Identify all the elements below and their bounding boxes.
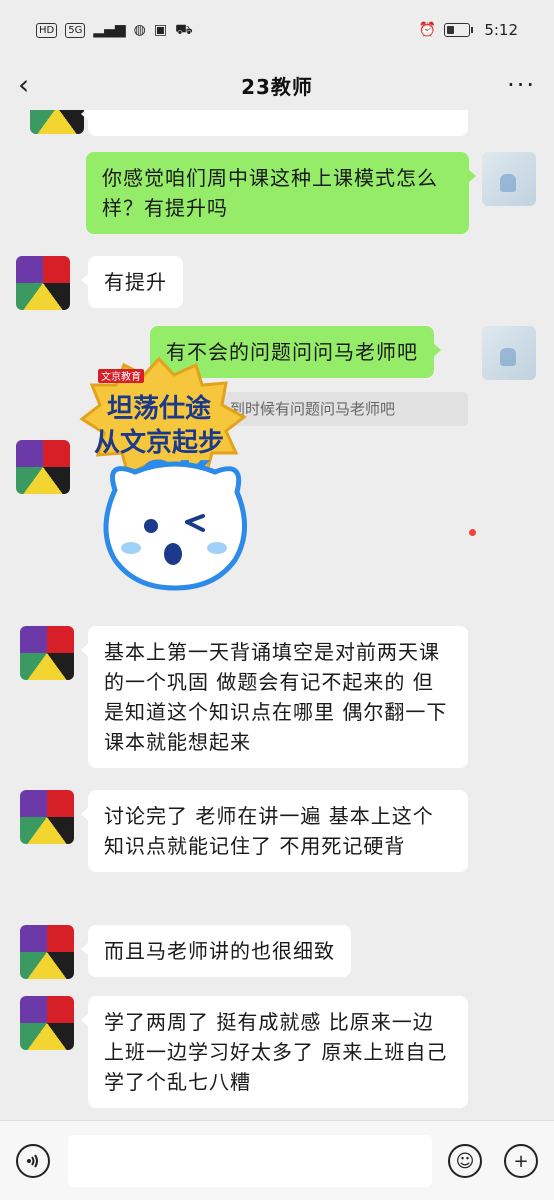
- sticker-image[interactable]: OK: [95, 450, 255, 600]
- app-icon: ▣: [153, 22, 168, 38]
- battery-fill: [447, 26, 455, 34]
- message-bubble[interactable]: 学了两周了 挺有成就感 比原来一边上班一边学习好太多了 原来上班自己学了个乱七八…: [81, 996, 468, 1108]
- browser-icon: ◍: [133, 22, 146, 38]
- message-bubble[interactable]: 有提升: [81, 256, 183, 308]
- chat-title: 23教师: [241, 74, 313, 99]
- status-right: ⏰ 5:12: [419, 21, 518, 39]
- message-input[interactable]: [68, 1135, 432, 1187]
- message-bubble-self[interactable]: 你感觉咱们周中课这种上课模式怎么样？有提升吗: [86, 152, 476, 234]
- cart-icon: ⛟: [175, 22, 193, 38]
- status-time: 5:12: [484, 21, 518, 39]
- message-bubble[interactable]: 而且马老师讲的也很细致: [81, 925, 351, 977]
- quoted-reply[interactable]: 到时候有问题问马老师吧: [220, 392, 468, 426]
- signal-icon: ▂▄▆: [93, 22, 126, 38]
- avatar-self[interactable]: [482, 152, 536, 206]
- back-chevron-icon[interactable]: ‹: [18, 70, 48, 100]
- badge-line1: 坦荡仕途: [107, 393, 212, 424]
- input-bar: ☺ +: [0, 1120, 554, 1200]
- emoji-icon[interactable]: ☺: [448, 1144, 482, 1178]
- avatar[interactable]: [16, 440, 70, 494]
- plus-icon[interactable]: +: [504, 1144, 538, 1178]
- avatar[interactable]: [16, 256, 70, 310]
- unread-indicator: [469, 529, 476, 536]
- avatar[interactable]: [20, 790, 74, 844]
- message-bubble[interactable]: 讨论完了 老师在讲一遍 基本上这个知识点就能记住了 不用死记硬背: [81, 790, 468, 872]
- badge-brand: 文京教育: [101, 370, 141, 383]
- avatar-self[interactable]: [482, 326, 536, 380]
- more-dots-icon[interactable]: ···: [506, 71, 536, 99]
- hd-chip: HD: [36, 22, 58, 38]
- alarm-icon: ⏰: [418, 22, 437, 38]
- status-bar: HD 5G ▂▄▆ ◍ ▣ ⛟ ⏰ 5:12: [0, 0, 554, 60]
- message-bubble[interactable]: 基本上第一天背诵填空是对前两天课的一个巩固 做题会有记不起来的 但是知道这个知识…: [81, 626, 468, 768]
- battery-icon: [444, 23, 474, 37]
- avatar[interactable]: [20, 626, 74, 680]
- network-chip: 5G: [65, 22, 86, 38]
- avatar[interactable]: [20, 996, 74, 1050]
- avatar[interactable]: [20, 925, 74, 979]
- chat-header: ‹ 23教师 ···: [0, 60, 554, 110]
- status-left: HD 5G ▂▄▆ ◍ ▣ ⛟: [36, 22, 193, 38]
- message-bubble-clipped[interactable]: [81, 110, 468, 136]
- voice-waves-icon: [27, 1154, 38, 1168]
- message-list[interactable]: 你感觉咱们周中课这种上课模式怎么样？有提升吗 有提升 有不会的问题问问马老师吧 …: [0, 110, 554, 1120]
- avatar[interactable]: [30, 110, 84, 134]
- voice-icon[interactable]: [16, 1144, 50, 1178]
